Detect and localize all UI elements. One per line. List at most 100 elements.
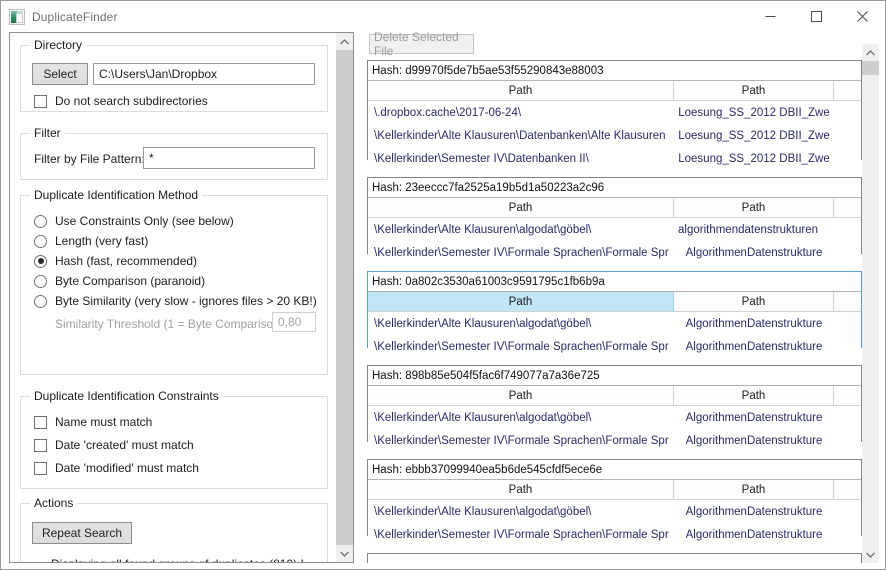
cell-path: \Kellerkinder\Semester IV\Formale Sprach… [374, 528, 669, 541]
table-header-row: Path Path [368, 81, 861, 101]
column-header-spacer[interactable] [834, 386, 861, 405]
group-hash-label: Hash: 23eeccc7fa2525a19b5d1a50223a2c96 [368, 178, 861, 198]
directory-path-input[interactable]: C:\Users\Jan\Dropbox [93, 63, 315, 85]
duplicate-group-selected[interactable]: Hash: 0a802c3530a61003c9591795c1fb6b9a P… [367, 271, 862, 358]
directory-group: Directory Select C:\Users\Jan\Dropbox Do… [20, 38, 328, 112]
settings-scrollbar-track[interactable] [336, 50, 353, 545]
minimize-icon[interactable] [747, 1, 793, 32]
cell-path: \Kellerkinder\Semester IV\Formale Sprach… [374, 340, 669, 353]
radio-hash[interactable] [34, 254, 47, 268]
checkbox-date-created-must-match[interactable] [34, 438, 47, 452]
group-hash-label: Hash: 0a802c3530a61003c9591795c1fb6b9a [368, 272, 861, 292]
cell-path: \Kellerkinder\Alte Klausuren\algodat\göb… [374, 505, 592, 518]
column-header-path-2[interactable]: Path [674, 386, 834, 405]
scroll-up-icon[interactable] [862, 44, 879, 61]
table-row[interactable]: \.dropbox.cache\2017-06-24\ Loesung_SS_2… [368, 101, 861, 124]
table-row[interactable]: \Kellerkinder\Semester IV\Formale Sprach… [368, 335, 861, 358]
column-header-path-2[interactable]: Path [674, 198, 834, 217]
cell-name: algorithmendatenstrukturen [678, 223, 818, 236]
select-directory-button[interactable]: Select [32, 63, 88, 85]
table-row[interactable]: \Kellerkinder\Semester IV\Formale Sprach… [368, 429, 861, 452]
table-row[interactable]: \Kellerkinder\Semester IV\Datenbanken II… [368, 147, 861, 170]
column-header-path-1[interactable]: Path [368, 198, 674, 217]
group-file-table: Path Path \Kellerkinder\Alte Klausuren\a… [368, 480, 861, 546]
column-header-path-1[interactable]: Path [368, 292, 674, 311]
similarity-threshold-label: Similarity Threshold (1 = Byte Compariso… [55, 317, 288, 331]
column-header-path-1[interactable]: Path [368, 480, 674, 499]
radio-byte-similarity[interactable] [34, 294, 47, 308]
identification-constraints-group: Duplicate Identification Constraints Nam… [20, 389, 328, 489]
table-row[interactable]: \Kellerkinder\Alte Klausuren\algodat\göb… [368, 406, 861, 429]
cell-path: \.dropbox.cache\2017-06-24\ [374, 106, 522, 119]
column-header-path-2[interactable]: Path [674, 480, 834, 499]
duplicate-group[interactable]: Hash: d99970f5de7b5ae53f55290843e88003 P… [367, 60, 862, 170]
group-hash-label [368, 554, 861, 563]
table-row[interactable]: \Kellerkinder\Semester IV\Formale Sprach… [368, 523, 861, 546]
column-header-spacer[interactable] [834, 292, 861, 311]
settings-panel-scrollbar[interactable] [336, 33, 353, 562]
checkbox-name-must-match[interactable] [34, 415, 47, 429]
method-option-hash[interactable]: Hash (fast, recommended) [34, 254, 197, 268]
similarity-threshold-value: 0,80 [278, 315, 302, 329]
table-row[interactable]: \Kellerkinder\Alte Klausuren\algodat\göb… [368, 312, 861, 335]
duplicate-group[interactable] [367, 553, 862, 563]
no-subdirectories-checkbox-row[interactable]: Do not search subdirectories [34, 94, 208, 108]
method-option-byte-similarity[interactable]: Byte Similarity (very slow - ignores fil… [34, 294, 317, 308]
window-controls [747, 1, 885, 32]
method-label-byte-comparison: Byte Comparison (paranoid) [55, 274, 206, 288]
radio-constraints-only[interactable] [34, 214, 47, 228]
column-header-spacer[interactable] [834, 480, 861, 499]
column-header-path-2[interactable]: Path [674, 292, 834, 311]
table-row[interactable]: \Kellerkinder\Semester IV\Formale Sprach… [368, 241, 861, 264]
file-pattern-value: * [149, 151, 154, 165]
method-label-constraints-only: Use Constraints Only (see below) [55, 214, 234, 228]
filter-legend: Filter [30, 126, 65, 140]
constraint-date-modified-must-match[interactable]: Date 'modified' must match [34, 461, 199, 475]
group-file-table: Path Path \Kellerkinder\Alte Klausuren\a… [368, 292, 861, 358]
results-scrollbar-thumb[interactable] [862, 61, 879, 75]
method-label-hash: Hash (fast, recommended) [55, 254, 198, 268]
file-pattern-input[interactable]: * [143, 147, 315, 169]
scroll-down-icon[interactable] [862, 546, 879, 563]
column-header-path-1[interactable]: Path [368, 81, 674, 100]
cell-path: \Kellerkinder\Alte Klausuren\algodat\göb… [374, 223, 592, 236]
table-row[interactable]: \Kellerkinder\Alte Klausuren\Datenbanken… [368, 124, 861, 147]
column-header-path-2[interactable]: Path [674, 81, 834, 100]
radio-byte-comparison[interactable] [34, 274, 47, 288]
results-panel-scrollbar[interactable] [862, 44, 879, 563]
close-icon[interactable] [839, 1, 885, 32]
column-header-spacer[interactable] [834, 198, 861, 217]
duplicate-group[interactable]: Hash: 23eeccc7fa2525a19b5d1a50223a2c96 P… [367, 177, 862, 264]
constraint-name-must-match[interactable]: Name must match [34, 415, 152, 429]
cell-name: AlgorithmenDatenstrukture [685, 411, 823, 424]
method-option-length[interactable]: Length (very fast) [34, 234, 148, 248]
maximize-icon[interactable] [793, 1, 839, 32]
radio-length[interactable] [34, 234, 47, 248]
scroll-down-icon[interactable] [336, 545, 353, 562]
column-header-path-1[interactable]: Path [368, 386, 674, 405]
method-option-constraints-only[interactable]: Use Constraints Only (see below) [34, 214, 234, 228]
table-row[interactable]: \Kellerkinder\Alte Klausuren\algodat\göb… [368, 218, 861, 241]
settings-scrollbar-thumb[interactable] [336, 50, 353, 545]
results-scrollbar-track[interactable] [862, 61, 879, 546]
constraint-date-created-must-match[interactable]: Date 'created' must match [34, 438, 194, 452]
delete-selected-file-button[interactable]: Delete Selected File [369, 30, 474, 58]
group-file-table: Path Path \Kellerkinder\Alte Klausuren\a… [368, 198, 861, 264]
cell-path: \Kellerkinder\Alte Klausuren\algodat\göb… [374, 411, 592, 424]
filter-group: Filter Filter by File Pattern: * [20, 126, 328, 180]
duplicate-group[interactable]: Hash: ebbb37099940ea5b6de545cfdf5ece6e P… [367, 459, 862, 546]
method-option-byte-comparison[interactable]: Byte Comparison (paranoid) [34, 274, 205, 288]
no-subdirectories-checkbox[interactable] [34, 94, 47, 108]
column-header-spacer[interactable] [834, 81, 861, 100]
scroll-up-icon[interactable] [336, 33, 353, 50]
cell-name: AlgorithmenDatenstrukture [685, 434, 823, 447]
table-row[interactable]: \Kellerkinder\Alte Klausuren\algodat\göb… [368, 500, 861, 523]
repeat-search-button[interactable]: Repeat Search [32, 522, 132, 544]
duplicate-group[interactable]: Hash: 898b85e504f5fac6f749077a7a36e725 P… [367, 365, 862, 452]
checkbox-date-modified-must-match[interactable] [34, 461, 47, 475]
search-status-text: Displaying all found groups of duplicate… [51, 557, 304, 562]
similarity-threshold-input[interactable]: 0,80 [272, 312, 316, 332]
identification-constraints-legend: Duplicate Identification Constraints [30, 389, 223, 403]
title-bar: DuplicateFinder [1, 1, 885, 32]
table-header-row: Path Path [368, 292, 861, 312]
